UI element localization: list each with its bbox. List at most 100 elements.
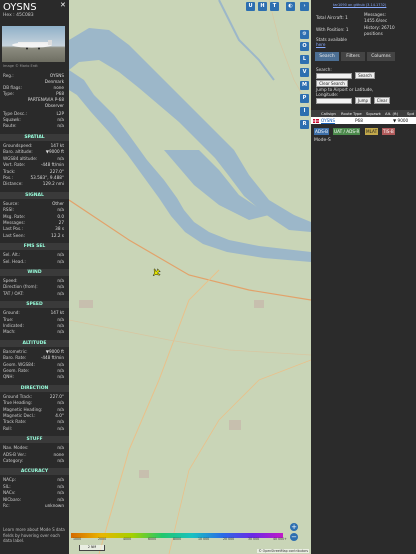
tab-columns[interactable]: Columns [367,52,395,61]
map-attribution[interactable]: © OpenStreetMap contributors [257,549,309,553]
detail-key: Last Pos.: [3,226,23,232]
detail-key: Pos.: [3,175,13,180]
tab-filters[interactable]: Filters [341,52,365,61]
detail-row: ADS-B Ver.: none [3,452,64,458]
aircraft-hex: Hex : 45C083 [3,13,34,18]
column-header-alt-ft[interactable]: Alt. (ft) [385,110,398,117]
map-button-l[interactable]: L [300,55,309,64]
map-button-u[interactable]: U [246,2,255,11]
jump-button[interactable]: Jump [355,97,371,104]
row-callsign[interactable]: OYSNS [321,117,335,124]
detail-key: Category: [3,458,24,463]
detail-value: 0.0 [57,213,64,219]
map-button-v[interactable]: V [300,68,309,77]
collapse-arrow-button[interactable]: › [300,2,309,11]
clear-search-button[interactable]: Clear Search [316,80,348,87]
detail-row: Nav. Modes: n/a [3,445,64,451]
map-view[interactable]: UHT OLVMPIR ◐ ⚙ › + − 1000 2000 4000 6000 80… [69,0,311,554]
detail-row: Msg. Rate: 0.0 [3,214,64,220]
detail-row: Rc: unknown [3,503,64,509]
detail-value: n/a [57,278,64,283]
detail-value: n/a [57,374,64,380]
map-canvas[interactable] [69,0,311,554]
close-icon[interactable]: ✕ [60,2,66,9]
history-unit: positions [364,31,383,36]
detail-row: Baro. altitude: ▼9000 ft [3,149,64,155]
detail-key: Baro. altitude: [3,149,33,155]
detail-value: -448 ft/min [40,355,64,361]
map-button-r[interactable]: R [300,120,309,129]
detail-key: Barometric: [3,348,28,354]
settings-button[interactable]: ⚙ [300,30,309,39]
info-value: Observer [44,103,64,108]
section-header-altitude[interactable]: ALTITUDE [0,339,69,347]
detail-value: none [53,451,64,457]
version-link[interactable]: tar1090 on github (3.14.1732) [333,3,386,7]
detail-value: n/a [57,406,64,412]
detail-row: Speed: n/a [3,278,64,284]
detail-row: NICbaro: n/a [3,497,64,503]
column-header-squawk[interactable]: Squawk [366,110,381,117]
table-row[interactable]: OYSNS P68 ▼ 9000 [311,117,416,124]
column-header-callsign[interactable]: Callsign [321,110,336,117]
column-header-type[interactable]: Type [353,110,362,117]
section-header-signal[interactable]: SIGNAL [0,191,69,199]
aircraft-list-panel: tar1090 on github (3.14.1732) Total Airc… [311,0,416,554]
detail-row: Geom. WGS84: n/a [3,362,64,368]
detail-row: Sel. Alt.: n/a [3,252,64,258]
section-header-fms-sel[interactable]: FMS SEL [0,243,69,251]
section-header-spatial[interactable]: SPATIAL [0,134,69,141]
detail-value: n/a [57,458,64,463]
zoom-out-button[interactable]: − [290,533,298,541]
detail-value: 147 kt [50,143,64,148]
search-button[interactable]: Search [355,72,375,79]
column-header-spd[interactable]: Spd [407,110,414,117]
aircraft-callsign: OYSNS [3,2,37,13]
row-type: P68 [355,118,363,123]
layers-button[interactable]: ◐ [286,2,295,11]
tag-adsb: ADS-B [314,128,329,135]
detail-row: True Heading: n/a [3,400,64,406]
detail-value: n/a [57,329,64,335]
aircraft-photo[interactable] [2,26,65,62]
detail-row: Direction (from): n/a [3,284,64,290]
zoom-in-button[interactable]: + [290,523,298,531]
clear-jump-button[interactable]: Clear [374,97,390,104]
aircraft-marker-icon[interactable] [150,267,161,278]
map-button-h[interactable]: H [258,2,267,11]
detail-value: n/a [57,496,64,502]
detail-row: Magnetic Decl.: 4.0° [3,413,64,419]
colorbar-tick: 2000 [98,537,107,541]
detail-key: SIL: [3,483,11,489]
detail-value: 27 [58,220,64,225]
map-button-m[interactable]: M [300,81,309,90]
tag-mlat: MLAT [365,128,379,135]
section-header-speed[interactable]: SPEED [0,301,69,309]
detail-key: WGS84 altitude: [3,155,38,161]
colorbar-tick: 6000 [148,537,157,541]
map-button-i[interactable]: I [300,107,309,116]
detail-key: Geom. WGS84: [3,361,35,367]
detail-key: Source: [3,200,19,206]
map-button-p[interactable]: P [300,94,309,103]
section-header-stuff[interactable]: STUFF [0,436,69,444]
search-label: Search: [316,67,332,72]
stats-link[interactable]: here [316,42,325,47]
table-header: Callsign Route Type Squawk Alt. (ft) Spd [311,110,416,117]
jump-input[interactable] [316,98,352,104]
search-input[interactable] [316,73,352,79]
detail-row: RSSI: n/a [3,207,64,213]
jump-label: Jump to Airport or Latitude, Longitude: [316,87,374,97]
section-header-wind[interactable]: WIND [0,269,69,276]
map-button-t[interactable]: T [270,2,279,11]
info-value: n/a [57,123,64,128]
column-header-route[interactable]: Route [341,110,352,117]
detail-row: NACp: n/a [3,477,64,483]
detail-key: NACv: [3,490,16,496]
detail-row: WGS84 altitude: n/a [3,156,64,162]
section-header-direction[interactable]: DIRECTION [0,384,69,392]
with-position: With Position: 1 [316,27,349,32]
section-header-accuracy[interactable]: ACCURACY [0,468,69,476]
map-button-o[interactable]: O [300,42,309,51]
tab-search[interactable]: Search [315,52,339,61]
